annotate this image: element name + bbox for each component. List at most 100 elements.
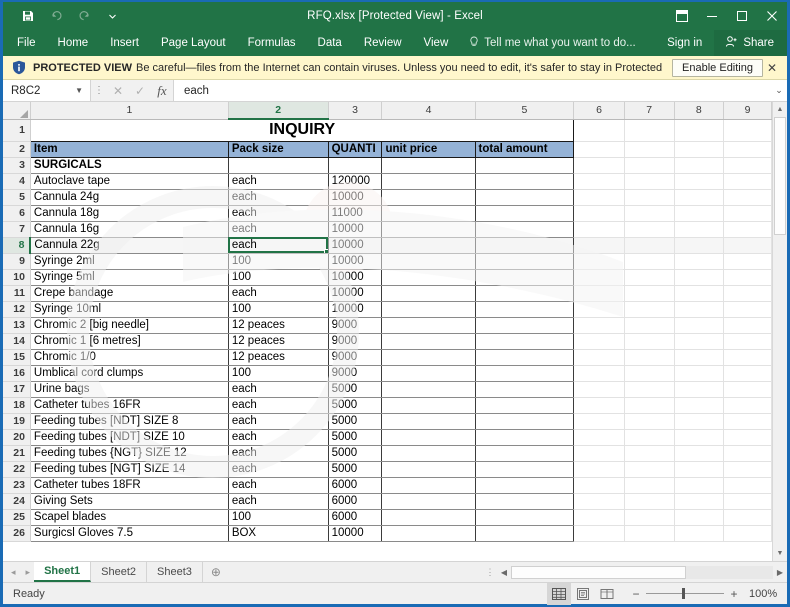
cell-empty[interactable]	[723, 381, 772, 398]
cell-unit-price[interactable]	[381, 173, 476, 190]
table-row[interactable]: 8 Cannula 22g each 10000	[3, 237, 772, 254]
cell-empty[interactable]	[674, 285, 725, 302]
maximize-button[interactable]	[727, 2, 757, 30]
row-header-11[interactable]: 11	[3, 285, 31, 302]
tab-home[interactable]: Home	[47, 30, 100, 56]
horizontal-scrollbar[interactable]: ◀ ▶	[497, 562, 787, 582]
table-row[interactable]: 12 Syringe 10ml 100 10000	[3, 301, 772, 318]
row-header-23[interactable]: 23	[3, 477, 31, 494]
cell-empty[interactable]	[624, 221, 675, 238]
cell-empty[interactable]	[573, 365, 625, 382]
tab-formulas[interactable]: Formulas	[237, 30, 307, 56]
cell-quantity[interactable]: 9000	[328, 317, 383, 334]
section-label-cell[interactable]: SURGICALS	[30, 157, 229, 174]
table-row[interactable]: 20 Feeding tubes [NDT] SIZE 10 each 5000	[3, 429, 772, 446]
cell-empty[interactable]	[573, 525, 625, 542]
cell-empty[interactable]	[624, 509, 675, 526]
cell-pack-size[interactable]: each	[228, 237, 329, 254]
cell-empty[interactable]	[573, 333, 625, 350]
row-header-25[interactable]: 25	[3, 509, 31, 526]
cell-empty[interactable]	[624, 429, 675, 446]
row-header-24[interactable]: 24	[3, 493, 31, 510]
cell-empty[interactable]	[674, 461, 725, 478]
horizontal-scroll-track[interactable]	[511, 565, 773, 579]
cell-quantity[interactable]: 11000	[328, 205, 383, 222]
table-row[interactable]: 26 Surgicsl Gloves 7.5 BOX 10000	[3, 525, 772, 542]
cell-unit-price[interactable]	[381, 397, 476, 414]
enable-editing-button[interactable]: Enable Editing	[672, 58, 763, 77]
cell-unit-price[interactable]	[381, 221, 476, 238]
cell-empty[interactable]	[723, 317, 772, 334]
cell-empty[interactable]	[674, 525, 725, 542]
row-header-26[interactable]: 26	[3, 525, 31, 542]
cell-quantity[interactable]: 5000	[328, 413, 383, 430]
cell-empty[interactable]	[624, 413, 675, 430]
cell-empty[interactable]	[674, 381, 725, 398]
row-header-12[interactable]: 12	[3, 301, 31, 318]
cell-empty[interactable]	[573, 381, 625, 398]
next-sheet-icon[interactable]: ▸	[26, 567, 31, 578]
cell-empty[interactable]	[624, 525, 675, 542]
cell-total-amount[interactable]	[475, 429, 575, 446]
cell-quantity[interactable]: 6000	[328, 509, 383, 526]
cell-pack-size[interactable]: 12 peaces	[228, 317, 329, 334]
cell-empty[interactable]	[723, 461, 772, 478]
cell-empty[interactable]	[723, 365, 772, 382]
table-row[interactable]: 21 Feeding tubes {NGT} SIZE 12 each 5000	[3, 445, 772, 462]
row-header-8[interactable]: 8	[3, 237, 32, 254]
cell-quantity[interactable]: 5000	[328, 461, 383, 478]
cell-total-amount[interactable]	[475, 269, 575, 286]
vertical-scroll-track[interactable]	[773, 117, 787, 546]
cell-total-amount[interactable]	[475, 509, 575, 526]
cell-total-amount[interactable]	[475, 445, 575, 462]
cell-pack-size[interactable]: BOX	[228, 525, 329, 542]
normal-view-button[interactable]	[547, 582, 571, 605]
cell-total-amount[interactable]	[475, 317, 575, 334]
table-row[interactable]: 7 Cannula 16g each 10000	[3, 221, 772, 238]
cell-empty[interactable]	[723, 413, 772, 430]
cell-total-amount[interactable]	[475, 189, 575, 206]
cell-empty[interactable]	[674, 141, 725, 158]
cell-empty[interactable]	[573, 477, 625, 494]
cell-empty[interactable]	[723, 253, 772, 270]
cell-item[interactable]: Syringe 2ml	[30, 253, 229, 270]
cell-empty[interactable]	[475, 157, 575, 174]
cell-total-amount[interactable]	[475, 525, 575, 542]
cell-item[interactable]: Crepe bandage	[30, 285, 229, 302]
column-header-8[interactable]: 8	[674, 102, 725, 120]
cell-quantity[interactable]: 10000	[328, 301, 383, 318]
cell-item[interactable]: Umblical cord clumps	[30, 365, 229, 382]
cell-empty[interactable]	[624, 477, 675, 494]
page-layout-view-button[interactable]	[571, 583, 595, 605]
row-header-15[interactable]: 15	[3, 349, 31, 366]
cell-item[interactable]: Scapel blades	[30, 509, 229, 526]
cell-pack-size[interactable]: each	[228, 205, 329, 222]
cell-empty[interactable]	[674, 333, 725, 350]
scroll-down-icon[interactable]: ▼	[773, 546, 787, 561]
cell-total-amount[interactable]	[475, 461, 575, 478]
cell-empty[interactable]	[674, 477, 725, 494]
cell-item[interactable]: Feeding tubes [NDT] SIZE 10	[30, 429, 229, 446]
cell-quantity[interactable]: 10000	[328, 525, 383, 542]
tab-view[interactable]: View	[413, 30, 460, 56]
cell-item[interactable]: Cannula 22g	[30, 237, 229, 254]
customize-qat-icon[interactable]	[99, 5, 125, 27]
cell-pack-size[interactable]: each	[228, 429, 329, 446]
cell-item[interactable]: Cannula 24g	[30, 189, 229, 206]
cell-item[interactable]: Giving Sets	[30, 493, 229, 510]
cell-total-amount[interactable]	[475, 173, 575, 190]
scroll-right-icon[interactable]: ▶	[773, 568, 787, 577]
cell-empty[interactable]	[573, 317, 625, 334]
insert-function-icon[interactable]: fx	[151, 80, 173, 101]
cell-empty[interactable]	[624, 365, 675, 382]
cell-quantity[interactable]: 9000	[328, 365, 383, 382]
cell-pack-size[interactable]: each	[228, 189, 329, 206]
cell-empty[interactable]	[674, 189, 725, 206]
chevron-down-icon[interactable]: ▼	[75, 86, 86, 95]
row-header-21[interactable]: 21	[3, 445, 31, 462]
save-icon[interactable]	[15, 5, 41, 27]
cell-total-amount[interactable]	[475, 365, 575, 382]
row-header-19[interactable]: 19	[3, 413, 31, 430]
cell-item[interactable]: Feeding tubes [NDT] SIZE 8	[30, 413, 229, 430]
cell-empty[interactable]	[723, 157, 772, 174]
